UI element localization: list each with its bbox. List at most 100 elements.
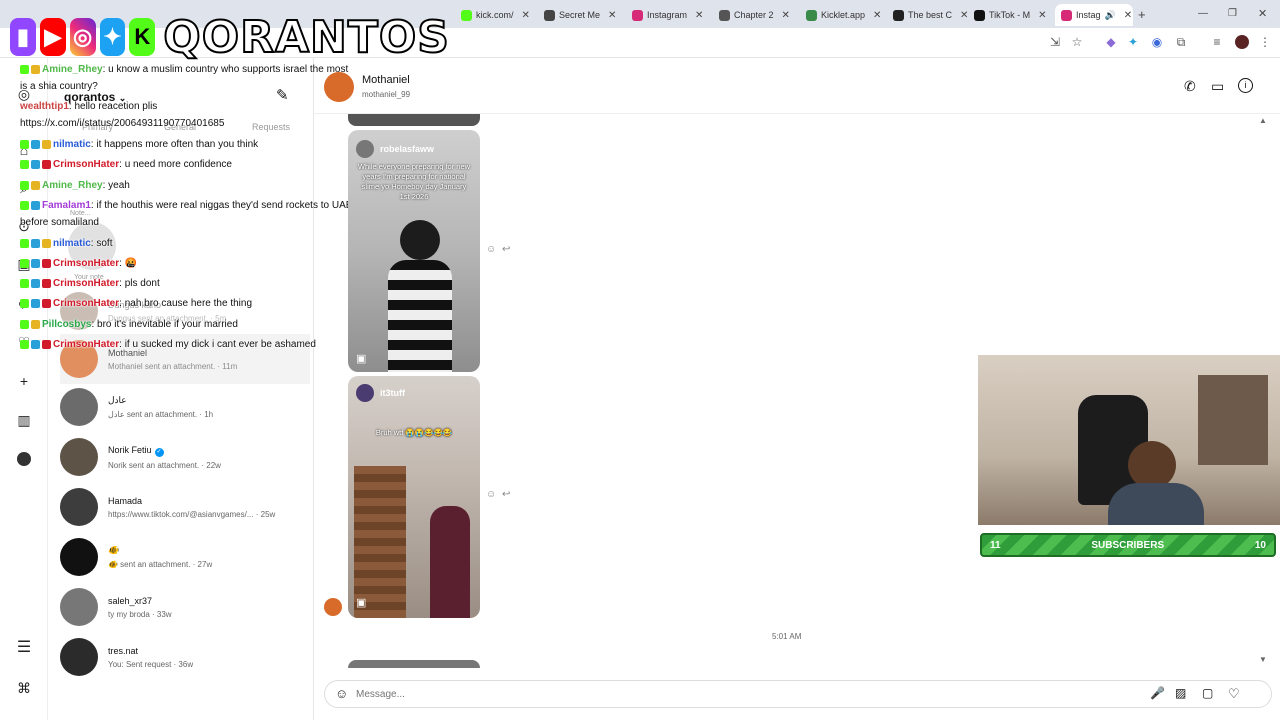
tab-the-best[interactable]: The best C ✕ [887,4,967,26]
install-icon[interactable]: ⇲ [1048,35,1062,49]
chat-item[interactable]: tres.nat You: Sent request · 36w [60,632,310,682]
tab-kick[interactable]: kick.com/✕ [455,4,535,26]
striped-shirt [388,260,452,372]
stream-chat-line: nilmatic: it happens more often than you… [20,139,258,150]
avatar [60,638,98,676]
stream-chat-line: is a shia country? [20,81,98,92]
react-emoji-icon[interactable]: ☺ [486,489,496,500]
reply-icon[interactable]: ↩ [502,489,510,500]
scroll-up-arrow[interactable]: ▲ [1259,116,1267,125]
close-icon[interactable]: ✕ [1124,10,1132,21]
secret-icon [544,9,555,21]
note-bubble[interactable]: Note... [70,210,91,217]
extension-icon-3[interactable]: ◉ [1150,35,1164,49]
tab-kicklet[interactable]: Kicklet.app ✕ [800,4,886,26]
stream-chat-line[interactable]: https://x.com/i/status/20064931190770401… [20,118,224,129]
info-icon[interactable]: i [1238,78,1253,93]
close-icon[interactable]: ✕ [782,10,790,21]
streamer-head [1128,441,1176,489]
youtube-icon: ▶ [39,18,66,56]
chat-item[interactable]: 🐠 🐠 sent an attachment. · 27w [60,532,310,582]
instagram-icon [1061,9,1072,21]
reels-icon: ▣ [356,353,367,365]
tab-instagram[interactable]: Instagram ✕ [626,4,712,26]
emoji-icon[interactable]: ☺ [335,686,348,701]
video-call-icon[interactable]: ▭ [1211,78,1224,95]
image-icon[interactable]: ▨ [1175,686,1186,700]
subscriber-count: 11 [990,539,1001,551]
tab-instagram-active[interactable]: Instag 🔊 ✕ [1055,4,1133,26]
reply-icon[interactable]: ↩ [502,244,510,255]
chat-badges [20,180,42,191]
close-icon[interactable]: ✕ [960,10,967,21]
conversation-avatar[interactable] [324,72,354,102]
tiktok-icon [974,9,985,21]
avatar [60,438,98,476]
chat-item[interactable]: Norik Fetiu ✓ Norik sent an attachment. · … [60,432,310,482]
chat-badges [20,298,53,309]
profile-icon[interactable] [17,452,31,466]
chat-badges [20,139,53,150]
chat-badges [20,339,53,350]
like-heart-icon[interactable]: ♡ [1228,686,1240,702]
next-media-message[interactable] [348,660,480,668]
minimize-button[interactable]: — [1198,8,1208,19]
shared-reel-message[interactable]: it3tuff Bruh wtf 😭😭😂😂😂 ▣ [348,376,480,618]
previous-media-message[interactable] [348,114,480,126]
menu-lines-icon[interactable]: ≡ [1210,35,1224,49]
stream-chat-line: CrimsonHater: 🤬 [20,258,137,269]
maximize-button[interactable]: ❐ [1228,8,1237,19]
chat-item[interactable]: عادل عادل sent an attachment. · 1h [60,382,310,432]
scroll-down-arrow[interactable]: ▼ [1259,655,1267,664]
door [1198,375,1268,465]
more-menu-icon[interactable]: ☰ [16,640,32,656]
close-icon[interactable]: ✕ [608,10,616,21]
message-input[interactable] [356,685,1136,703]
extension-icon[interactable]: ◆ [1104,35,1118,49]
tab-secret-me[interactable]: Secret Me ✕ [538,4,624,26]
subscriber-label: SUBSCRIBERS [1091,539,1165,551]
reel-author: robelasfaww [380,144,435,154]
stream-chat-line: CrimsonHater: u need more confidence [20,159,232,170]
speaker-icon[interactable]: 🔊 [1105,10,1116,21]
person-figure [430,506,470,618]
conversation-name[interactable]: Mothaniel [362,74,410,86]
close-icon[interactable]: ✕ [695,10,703,21]
avatar [60,488,98,526]
chat-item[interactable]: saleh_xr37 ty my broda · 33w [60,582,310,632]
close-icon[interactable]: ✕ [522,10,530,21]
create-icon[interactable]: + [16,373,32,389]
avatar [60,388,98,426]
stream-chat-line: CrimsonHater: if u sucked my dick i cant… [20,339,316,350]
phone-call-icon[interactable]: ✆ [1184,78,1196,95]
chat-badges [20,258,53,269]
react-emoji-icon[interactable]: ☺ [486,244,496,255]
sticker-icon[interactable]: ▢ [1202,686,1213,700]
close-icon[interactable]: ✕ [873,10,881,21]
bookmark-star-icon[interactable]: ☆ [1070,35,1084,49]
shared-reel-message[interactable]: robelasfaww While everyone preparing for… [348,130,480,372]
window-close-button[interactable]: ✕ [1258,7,1267,20]
reel-author: it3tuff [380,388,405,398]
chat-badges [20,200,42,211]
new-tab-button[interactable]: + [1138,7,1146,22]
profile-avatar[interactable] [1235,35,1249,49]
tab-requests[interactable]: Requests [252,122,290,132]
kebab-menu-icon[interactable]: ⋮ [1258,35,1272,49]
microphone-icon[interactable]: 🎤 [1150,686,1165,700]
puzzle-icon[interactable]: ⧉ [1174,35,1188,49]
extension-icon-2[interactable]: ✦ [1126,35,1140,49]
webcam-overlay [978,355,1280,525]
compose-icon[interactable]: ✎ [276,86,289,104]
dashboard-icon[interactable]: ▥ [16,412,32,428]
avatar [356,140,374,158]
chat-badges [20,278,53,289]
tab-tiktok[interactable]: TikTok - M ✕ [968,4,1054,26]
chat-item[interactable]: Hamada https://www.tiktok.com/@asianvgame… [60,482,310,532]
book-icon [719,9,730,21]
tab-chapter[interactable]: Chapter 2 ✕ [713,4,799,26]
close-icon[interactable]: ✕ [1038,10,1046,21]
conversation-header [314,58,1280,114]
avatar [60,538,98,576]
meta-apps-icon[interactable]: ⌘ [16,680,32,696]
